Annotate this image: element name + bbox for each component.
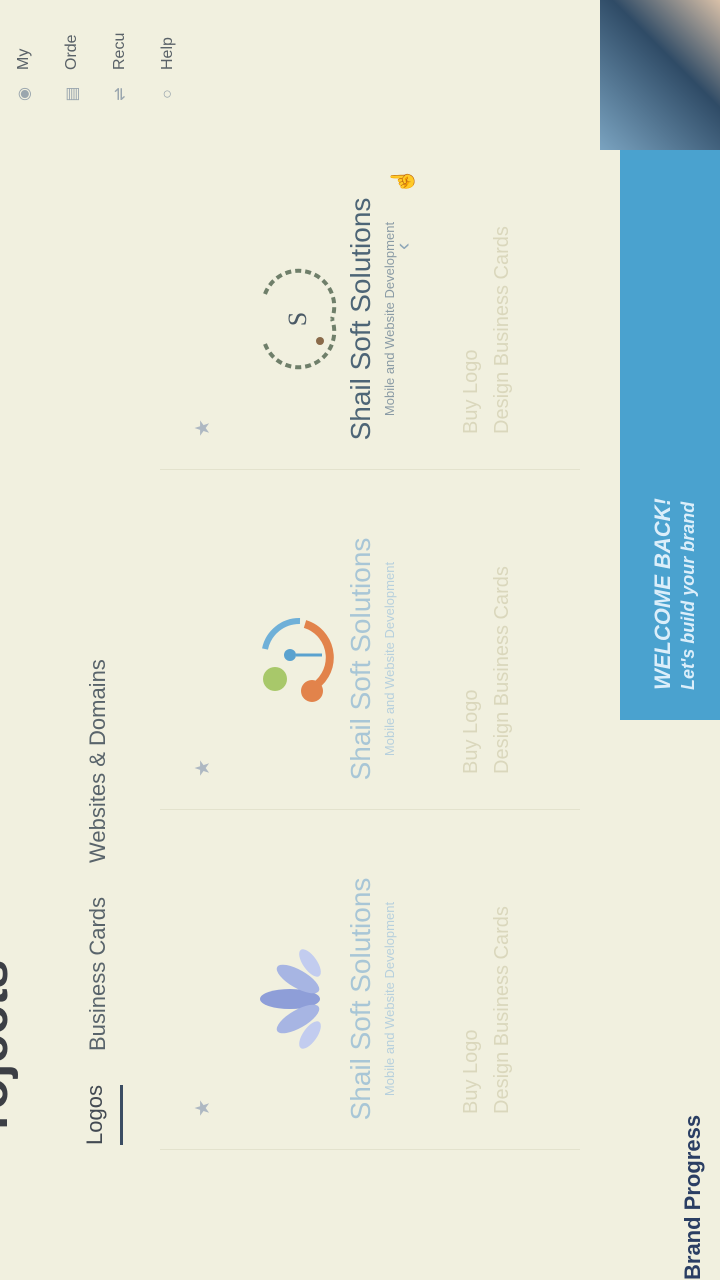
- sidebar-item-recurring[interactable]: ⇌ Recu: [96, 0, 144, 120]
- brand-progress-heading: Brand Progress: [680, 1114, 705, 1280]
- welcome-title: WELCOME BACK!: [650, 498, 675, 690]
- star-icon[interactable]: ★: [190, 759, 215, 777]
- logo-card[interactable]: ★ S Shail Soft Solutions Mobile and Webs…: [160, 170, 580, 470]
- orders-icon: ▤: [64, 86, 81, 102]
- brand-name: Shail Soft Solutions: [345, 197, 376, 441]
- brand-name: Shail Soft Solutions: [345, 537, 376, 781]
- tab-logos[interactable]: Logos: [82, 1085, 123, 1145]
- buy-logo-link[interactable]: Buy Logo: [460, 906, 483, 1114]
- logo-cards: ★ Shail Soft Solutions Mobile and Websit…: [160, 170, 580, 1150]
- design-business-cards-link[interactable]: Design Business Cards: [491, 566, 514, 774]
- star-icon[interactable]: ★: [190, 1099, 215, 1117]
- lotus-logo-icon: [260, 949, 321, 1049]
- svg-text:S: S: [283, 312, 312, 326]
- sidebar-item-label: My: [15, 48, 32, 70]
- page-title: rojects: [0, 959, 19, 1130]
- sidebar-item-my[interactable]: ◉ My: [0, 0, 48, 120]
- sidebar-item-label: Recu: [111, 32, 128, 70]
- sidebar-item-help[interactable]: ○ Help: [144, 0, 192, 120]
- brand-name: Shail Soft Solutions: [345, 877, 376, 1121]
- circle-people-logo-icon: [262, 617, 334, 702]
- sidebar-item-label: Orde: [63, 34, 80, 70]
- tab-bar: Logos Business Cards Websites & Domains: [82, 659, 123, 1145]
- recurring-icon: ⇌: [112, 87, 129, 101]
- logo-card[interactable]: ★ Shail Soft Solutions Mobile and Websit…: [160, 510, 580, 810]
- welcome-subtitle: Let's build your brand: [678, 501, 698, 690]
- sidebar-item-label: Help: [159, 37, 176, 70]
- buy-logo-link[interactable]: Buy Logo: [460, 566, 483, 774]
- logo-card[interactable]: ★ Shail Soft Solutions Mobile and Websit…: [160, 850, 580, 1150]
- tab-websites-domains[interactable]: Websites & Domains: [85, 659, 123, 863]
- star-icon[interactable]: ★: [190, 419, 215, 437]
- hand-cursor-icon: ☝: [390, 167, 415, 195]
- buy-logo-link[interactable]: Buy Logo: [460, 226, 483, 434]
- user-icon: ◉: [16, 87, 33, 101]
- brand-tagline: Mobile and Website Development: [382, 561, 397, 757]
- banner-photo: [600, 0, 720, 150]
- carousel-nav: ‹ ☝: [390, 125, 416, 250]
- help-icon: ○: [159, 89, 176, 99]
- rotated-page: rojects Logos Business Cards Websites & …: [0, 0, 720, 1280]
- brand-tagline: Mobile and Website Development: [382, 901, 397, 1097]
- design-business-cards-link[interactable]: Design Business Cards: [491, 226, 514, 434]
- sidebar-item-orders[interactable]: ▤ Orde: [48, 0, 96, 120]
- laurel-s-logo-icon: S: [263, 268, 337, 370]
- tab-business-cards[interactable]: Business Cards: [85, 897, 123, 1051]
- design-business-cards-link[interactable]: Design Business Cards: [491, 906, 514, 1114]
- chevron-left-icon[interactable]: ‹: [390, 243, 415, 250]
